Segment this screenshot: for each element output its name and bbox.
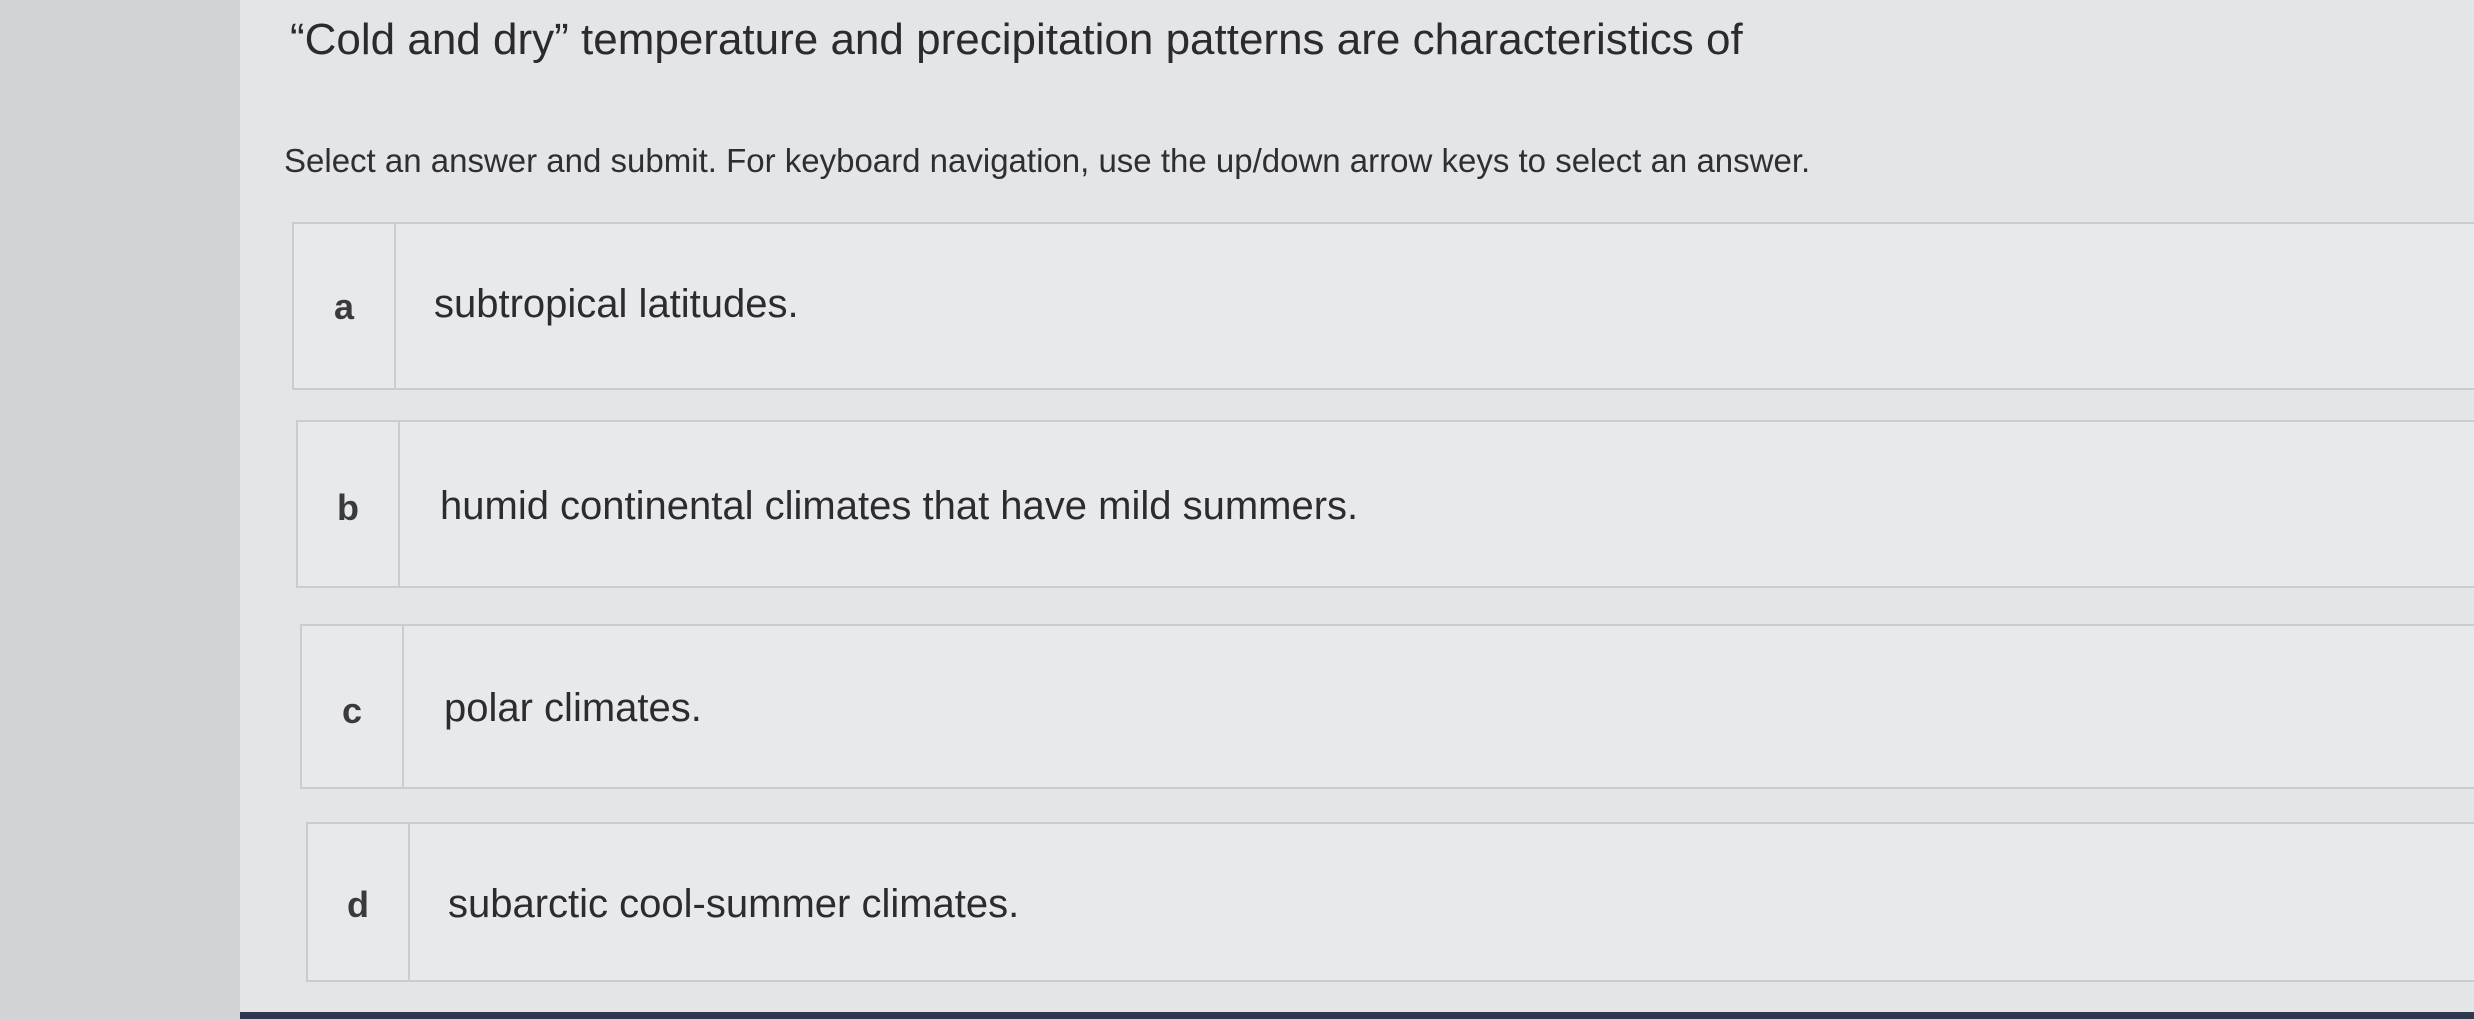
choice-letter-box: a: [294, 224, 396, 388]
answer-choice-d[interactable]: d subarctic cool-summer climates.: [306, 822, 2474, 982]
answer-choice-b[interactable]: b humid continental climates that have m…: [296, 420, 2474, 588]
choice-letter-d: d: [347, 884, 369, 925]
bottom-bar: [240, 1012, 2474, 1019]
choice-letter-b: b: [337, 487, 359, 528]
instructions-text: Select an answer and submit. For keyboar…: [284, 142, 1811, 179]
choice-text-c: polar climates.: [444, 686, 702, 730]
choice-text-b: humid continental climates that have mil…: [440, 484, 1359, 528]
choice-letter-a: a: [333, 286, 355, 327]
answer-choice-c[interactable]: c polar climates.: [300, 624, 2474, 789]
choice-letter-c: c: [341, 690, 363, 731]
choice-letter-box: d: [308, 824, 410, 980]
question-text: “Cold and dry” temperature and precipita…: [290, 15, 1743, 64]
choice-text-d: subarctic cool-summer climates.: [448, 882, 1020, 926]
choice-text-a: subtropical latitudes.: [434, 282, 799, 326]
left-margin: [0, 0, 240, 1019]
choice-letter-box: c: [302, 626, 404, 787]
choice-letter-box: b: [298, 422, 400, 586]
answer-choice-a[interactable]: a subtropical latitudes.: [292, 222, 2474, 390]
